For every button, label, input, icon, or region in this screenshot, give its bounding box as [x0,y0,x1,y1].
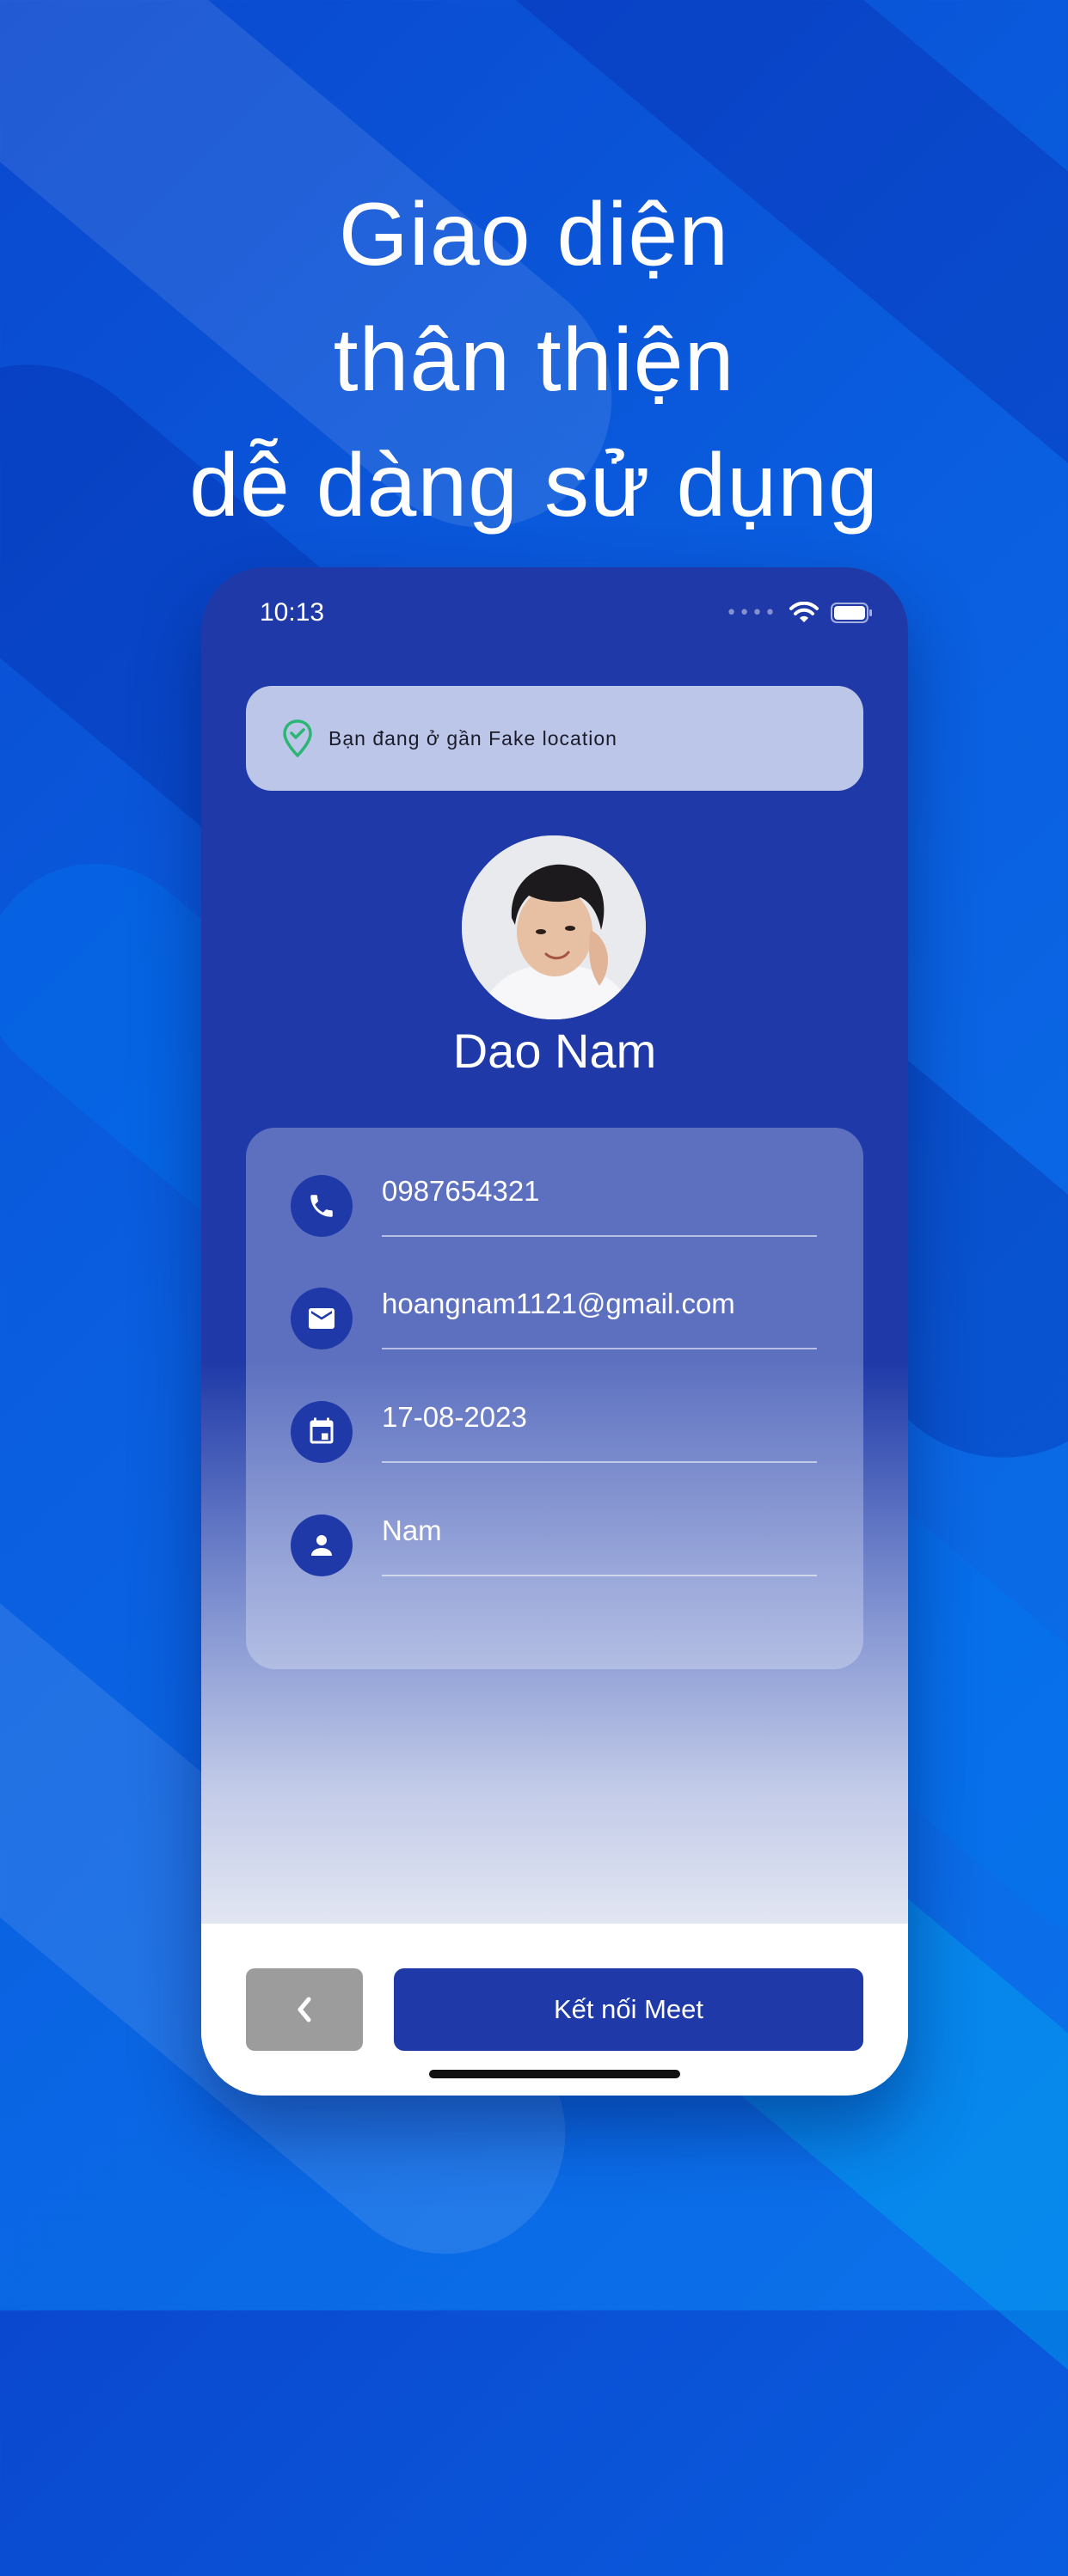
home-indicator [429,2070,680,2078]
calendar-icon [291,1401,353,1463]
date-divider [382,1461,817,1463]
headline-line-2: thân thiện [333,310,735,410]
email-icon [291,1288,353,1349]
status-time: 10:13 [260,598,325,627]
phone-screen: 10:13 •••• Bạn đang ở gần Fake location [201,567,908,2096]
gender-divider [382,1575,817,1576]
person-icon [291,1514,353,1576]
phone-value: 0987654321 [382,1175,540,1207]
status-icons: •••• [726,602,874,624]
email-divider [382,1348,817,1349]
profile-info-card: 0987654321 hoangnam1121@gmail.com 17-08-… [246,1128,863,1669]
battery-icon [831,603,872,623]
location-text: Bạn đang ở gần Fake location [328,726,617,750]
gender-row[interactable]: Nam [246,1514,863,1618]
headline-line-3: dễ dàng sử dụng [189,436,879,535]
profile-name: Dao Nam [452,1024,657,1078]
phone-row[interactable]: 0987654321 [246,1175,863,1278]
gender-value: Nam [382,1514,442,1546]
email-value: hoangnam1121@gmail.com [382,1288,735,1319]
location-check-icon [283,719,312,757]
phone-icon [291,1175,353,1237]
chevron-left-icon [298,1997,311,2022]
promo-headline: Giao diện thân thiện dễ dàng sử dụng [0,172,1068,548]
date-row[interactable]: 17-08-2023 [246,1401,863,1504]
date-value: 17-08-2023 [382,1401,527,1433]
headline-line-1: Giao diện [338,185,730,285]
connect-meet-button[interactable]: Kết nối Meet [394,1968,863,2051]
location-banner: Bạn đang ở gần Fake location [246,686,863,791]
bottom-action-bar: Kết nối Meet [201,1924,908,2096]
email-row[interactable]: hoangnam1121@gmail.com [246,1288,863,1391]
avatar[interactable] [462,835,646,1019]
phone-divider [382,1235,817,1237]
signal-icon: •••• [726,602,777,624]
avatar-photo [462,835,646,1019]
wifi-icon [789,602,819,622]
back-button[interactable] [246,1968,363,2051]
